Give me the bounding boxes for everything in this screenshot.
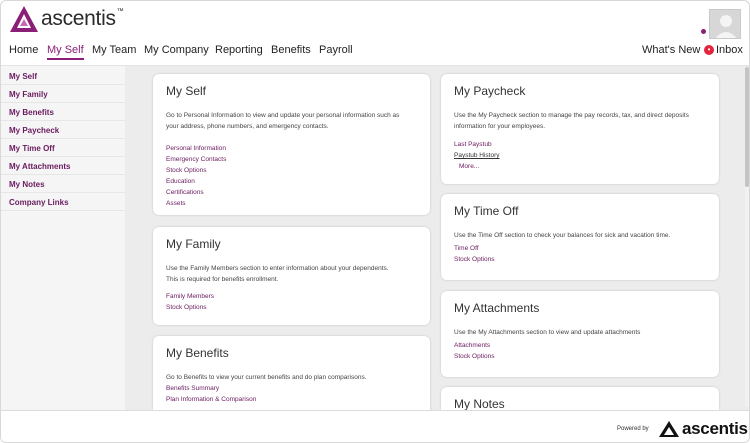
link-education[interactable]: Education [166,178,195,185]
card-description: Use the Time Off section to check your b… [454,232,671,239]
card-title: My Time Off [454,204,519,218]
link-paystub-history[interactable]: Paystub History [454,152,500,159]
link-time-off[interactable]: Time Off [454,245,479,252]
ascentis-logo[interactable]: ascentis ™ [9,5,124,33]
app-window: ascentis ™ Home My Self My Team My Compan… [0,0,750,443]
footer: Powered by ascentis [1,410,749,442]
card-my-family: My Family Use the Family Members section… [153,227,430,325]
link-benefits-summary[interactable]: Benefits Summary [166,385,219,392]
sidebar-item-my-benefits[interactable]: My Benefits [9,108,54,117]
user-silhouette-icon [715,15,737,38]
link-more[interactable]: More... [459,163,479,170]
sidebar-divider [1,210,125,211]
card-description: Use the Family Members section to enter … [166,265,389,283]
link-plan-information[interactable]: Plan Information & Comparison [166,396,256,403]
card-my-self: My Self Go to Personal Information to vi… [153,74,430,215]
card-description: Use the My Paycheck section to manage th… [454,112,689,130]
link-last-paystub[interactable]: Last Paystub [454,141,492,148]
link-stock-options[interactable]: Stock Options [454,256,494,263]
sidebar-divider [1,120,125,121]
profile-menu-chevron-icon[interactable] [701,29,706,34]
top-bar: ascentis ™ [1,1,749,41]
sidebar-item-company-links[interactable]: Company Links [9,198,69,207]
sidebar-divider [1,192,125,193]
card-description: Use the My Attachments section to view a… [454,329,641,336]
sidebar-divider [1,102,125,103]
sidebar-divider [1,156,125,157]
card-my-notes: My Notes [441,387,719,410]
link-stock-options[interactable]: Stock Options [166,167,206,174]
nav-reporting[interactable]: Reporting [215,44,263,56]
link-emergency-contacts[interactable]: Emergency Contacts [166,156,226,163]
main-nav: Home My Self My Team My Company Reportin… [1,41,749,65]
card-title: My Self [166,84,207,98]
card-my-attachments: My Attachments Use the My Attachments se… [441,291,719,377]
sidebar-item-my-paycheck[interactable]: My Paycheck [9,126,59,135]
link-stock-options[interactable]: Stock Options [166,304,206,311]
dashboard-content: My Self Go to Personal Information to vi… [125,65,749,410]
sidebar-item-my-notes[interactable]: My Notes [9,180,45,189]
scrollbar-thumb[interactable] [745,67,749,187]
inbox-button[interactable]: • Inbox [704,44,743,56]
link-attachments[interactable]: Attachments [454,342,490,349]
nav-my-team[interactable]: My Team [92,44,136,56]
user-avatar[interactable] [709,9,741,39]
inbox-alert-icon: • [704,45,714,55]
card-description: Go to Benefits to view your current bene… [166,374,367,381]
logo-trademark: ™ [116,7,124,15]
card-description: Go to Personal Information to view and u… [166,112,400,130]
sidebar: My Self My Family My Benefits My Paychec… [1,65,125,410]
nav-benefits[interactable]: Benefits [271,44,311,56]
nav-my-self[interactable]: My Self [47,44,84,60]
sidebar-item-my-family[interactable]: My Family [9,90,48,99]
link-assets[interactable]: Assets [166,200,186,207]
sidebar-item-my-attachments[interactable]: My Attachments [9,162,71,171]
link-stock-options[interactable]: Stock Options [454,353,494,360]
card-title: My Attachments [454,301,540,315]
powered-by-label: Powered by [617,426,649,432]
sidebar-divider [1,84,125,85]
link-certifications[interactable]: Certifications [166,189,204,196]
sidebar-divider [1,138,125,139]
sidebar-item-my-time-off[interactable]: My Time Off [9,144,55,153]
footer-logo-mark-icon [659,421,679,437]
inbox-label: Inbox [716,44,743,56]
footer-logo: ascentis [658,419,748,439]
ascentis-logo-mark-icon [10,6,38,32]
nav-my-company[interactable]: My Company [144,44,209,56]
card-title: My Family [166,237,221,251]
card-title: My Paycheck [454,84,526,98]
link-family-members[interactable]: Family Members [166,293,214,300]
sidebar-divider [1,174,125,175]
scrollbar[interactable] [745,67,749,407]
card-my-time-off: My Time Off Use the Time Off section to … [441,194,719,280]
footer-logo-text: ascentis [682,419,748,438]
logo-text: ascentis [41,7,116,30]
card-my-paycheck: My Paycheck Use the My Paycheck section … [441,74,719,184]
whats-new-link[interactable]: What's New [642,44,700,56]
nav-payroll[interactable]: Payroll [319,44,353,56]
card-my-benefits: My Benefits Go to Benefits to view your … [153,336,430,410]
card-title: My Benefits [166,346,229,360]
sidebar-item-my-self[interactable]: My Self [9,72,37,81]
card-title: My Notes [454,397,505,410]
nav-home[interactable]: Home [9,44,38,56]
link-personal-information[interactable]: Personal Information [166,145,226,152]
